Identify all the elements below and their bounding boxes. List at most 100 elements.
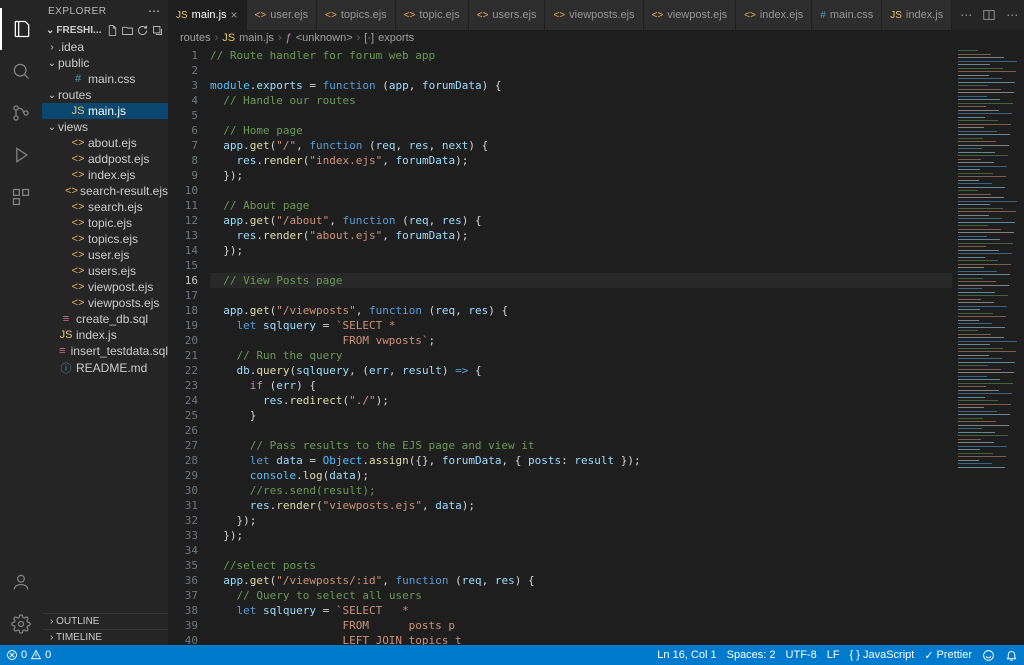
- tree-item-index-js[interactable]: JSindex.js: [42, 327, 168, 343]
- tree-item-topics-ejs[interactable]: <>topics.ejs: [42, 231, 168, 247]
- tab-label: topic.ejs: [419, 9, 459, 21]
- file-icon: <>: [70, 265, 86, 277]
- tree-item-search-result-ejs[interactable]: <>search-result.ejs: [42, 183, 168, 199]
- tree-item-label: addpost.ejs: [88, 152, 149, 166]
- tree-item--idea[interactable]: ›.idea: [42, 39, 168, 55]
- tab-user-ejs[interactable]: <>user.ejs: [247, 0, 318, 30]
- close-icon[interactable]: ×: [231, 8, 238, 22]
- file-icon: ⓘ: [58, 360, 74, 376]
- breadcrumb-icon: ƒ: [286, 32, 292, 44]
- activity-scm-icon[interactable]: [0, 92, 42, 134]
- status-encoding[interactable]: UTF-8: [786, 649, 817, 661]
- file-icon: JS: [58, 329, 74, 341]
- file-icon: <>: [325, 10, 337, 21]
- tree-item-label: topics.ejs: [88, 232, 138, 246]
- status-problems[interactable]: 0 0: [6, 649, 51, 661]
- tree-item-routes[interactable]: ⌄routes: [42, 87, 168, 103]
- tab-topics-ejs[interactable]: <> topics.ejs: [317, 0, 396, 30]
- collapse-all-icon[interactable]: [151, 24, 164, 37]
- tab-main-js[interactable]: JSmain.js×: [168, 0, 247, 30]
- tree-item-label: .idea: [58, 40, 84, 54]
- new-folder-icon[interactable]: [121, 24, 134, 37]
- file-icon: <>: [553, 10, 565, 21]
- tab-label: index.js: [906, 9, 943, 21]
- file-icon: <>: [255, 10, 267, 21]
- file-icon: JS: [890, 10, 902, 21]
- tree-item-views[interactable]: ⌄views: [42, 119, 168, 135]
- code-content[interactable]: // Route handler for forum web app modul…: [210, 46, 952, 645]
- file-icon: <>: [652, 10, 664, 21]
- minimap[interactable]: [952, 46, 1024, 645]
- outline-section-header[interactable]: › OUTLINE: [42, 613, 168, 629]
- activity-debug-icon[interactable]: [0, 134, 42, 176]
- activity-account-icon[interactable]: [0, 561, 42, 603]
- project-header[interactable]: ⌄ FRESHI...: [42, 22, 168, 39]
- tree-item-main-js[interactable]: JSmain.js: [42, 103, 168, 119]
- tree-item-label: index.ejs: [88, 168, 135, 182]
- status-cursor-pos[interactable]: Ln 16, Col 1: [657, 649, 716, 661]
- breadcrumb-segment[interactable]: exports: [378, 32, 414, 44]
- tab-label: topics.ejs: [341, 9, 387, 21]
- tab-main-css[interactable]: #main.css: [812, 0, 882, 30]
- tree-item-label: users.ejs: [88, 264, 136, 278]
- tree-item-label: main.js: [88, 104, 126, 118]
- activity-settings-icon[interactable]: [0, 603, 42, 645]
- tab-users-ejs[interactable]: <>users.ejs: [469, 0, 546, 30]
- file-icon: <>: [70, 201, 86, 213]
- tree-item-users-ejs[interactable]: <>users.ejs: [42, 263, 168, 279]
- activity-extensions-icon[interactable]: [0, 176, 42, 218]
- tree-item-label: insert_testdata.sql: [71, 344, 168, 358]
- tree-item-user-ejs[interactable]: <>user.ejs: [42, 247, 168, 263]
- breadcrumb-segment[interactable]: routes: [180, 32, 211, 44]
- status-prettier[interactable]: ✓ Prettier: [924, 649, 972, 662]
- tree-item-label: routes: [58, 88, 91, 102]
- tree-item-index-ejs[interactable]: <>index.ejs: [42, 167, 168, 183]
- timeline-section-header[interactable]: › TIMELINE: [42, 629, 168, 645]
- tree-item-viewposts-ejs[interactable]: <>viewposts.ejs: [42, 295, 168, 311]
- tab-index-ejs[interactable]: <>index.ejs: [736, 0, 812, 30]
- file-icon: <>: [70, 233, 86, 245]
- tab-label: index.ejs: [760, 9, 803, 21]
- tab-viewpost-ejs[interactable]: <>viewpost.ejs: [644, 0, 737, 30]
- tree-item-viewpost-ejs[interactable]: <>viewpost.ejs: [42, 279, 168, 295]
- tree-item-about-ejs[interactable]: <>about.ejs: [42, 135, 168, 151]
- activity-search-icon[interactable]: [0, 50, 42, 92]
- breadcrumb-segment[interactable]: <unknown>: [296, 32, 353, 44]
- file-icon: JS: [70, 105, 86, 117]
- breadcrumb-segment[interactable]: main.js: [239, 32, 274, 44]
- status-indent[interactable]: Spaces: 2: [727, 649, 776, 661]
- file-icon: <>: [70, 281, 86, 293]
- refresh-icon[interactable]: [136, 24, 149, 37]
- status-language[interactable]: { } JavaScript: [850, 649, 915, 661]
- project-name: FRESHI...: [56, 25, 101, 36]
- tree-item-readme-md[interactable]: ⓘREADME.md: [42, 359, 168, 377]
- activity-explorer-icon[interactable]: [0, 8, 42, 50]
- tree-item-addpost-ejs[interactable]: <>addpost.ejs: [42, 151, 168, 167]
- tree-item-create-db-sql[interactable]: ≡create_db.sql: [42, 311, 168, 327]
- chevron-down-icon: ⌄: [46, 25, 54, 36]
- more-tabs-icon[interactable]: ⋯: [960, 8, 972, 22]
- activity-bar: [0, 0, 42, 645]
- tree-item-topic-ejs[interactable]: <>topic.ejs: [42, 215, 168, 231]
- tab-viewposts-ejs[interactable]: <>viewposts.ejs: [545, 0, 643, 30]
- split-editor-icon[interactable]: [982, 8, 996, 22]
- tree-item-main-css[interactable]: #main.css: [42, 71, 168, 87]
- file-icon: <>: [70, 153, 86, 165]
- status-eol[interactable]: LF: [827, 649, 840, 661]
- file-icon: <>: [65, 185, 78, 197]
- tree-item-public[interactable]: ⌄public: [42, 55, 168, 71]
- tree-item-search-ejs[interactable]: <>search.ejs: [42, 199, 168, 215]
- breadcrumb-icon: [·]: [364, 32, 374, 44]
- line-gutter: 1234567891011121314151617181920212223242…: [168, 46, 210, 645]
- breadcrumb[interactable]: routes›JSmain.js›ƒ<unknown>›[·]exports: [168, 30, 1024, 46]
- tab-topic-ejs[interactable]: <>topic.ejs: [396, 0, 469, 30]
- editor-more-icon[interactable]: ⋯: [1006, 8, 1018, 22]
- status-feedback-icon[interactable]: [982, 649, 995, 662]
- status-bell-icon[interactable]: [1005, 649, 1018, 662]
- code-editor[interactable]: 1234567891011121314151617181920212223242…: [168, 46, 1024, 645]
- tree-item-label: views: [58, 120, 88, 134]
- new-file-icon[interactable]: [106, 24, 119, 37]
- explorer-more-icon[interactable]: ⋯: [148, 4, 162, 18]
- tree-item-insert-testdata-sql[interactable]: ≡insert_testdata.sql: [42, 343, 168, 359]
- tab-index-js[interactable]: JS index.js: [882, 0, 952, 30]
